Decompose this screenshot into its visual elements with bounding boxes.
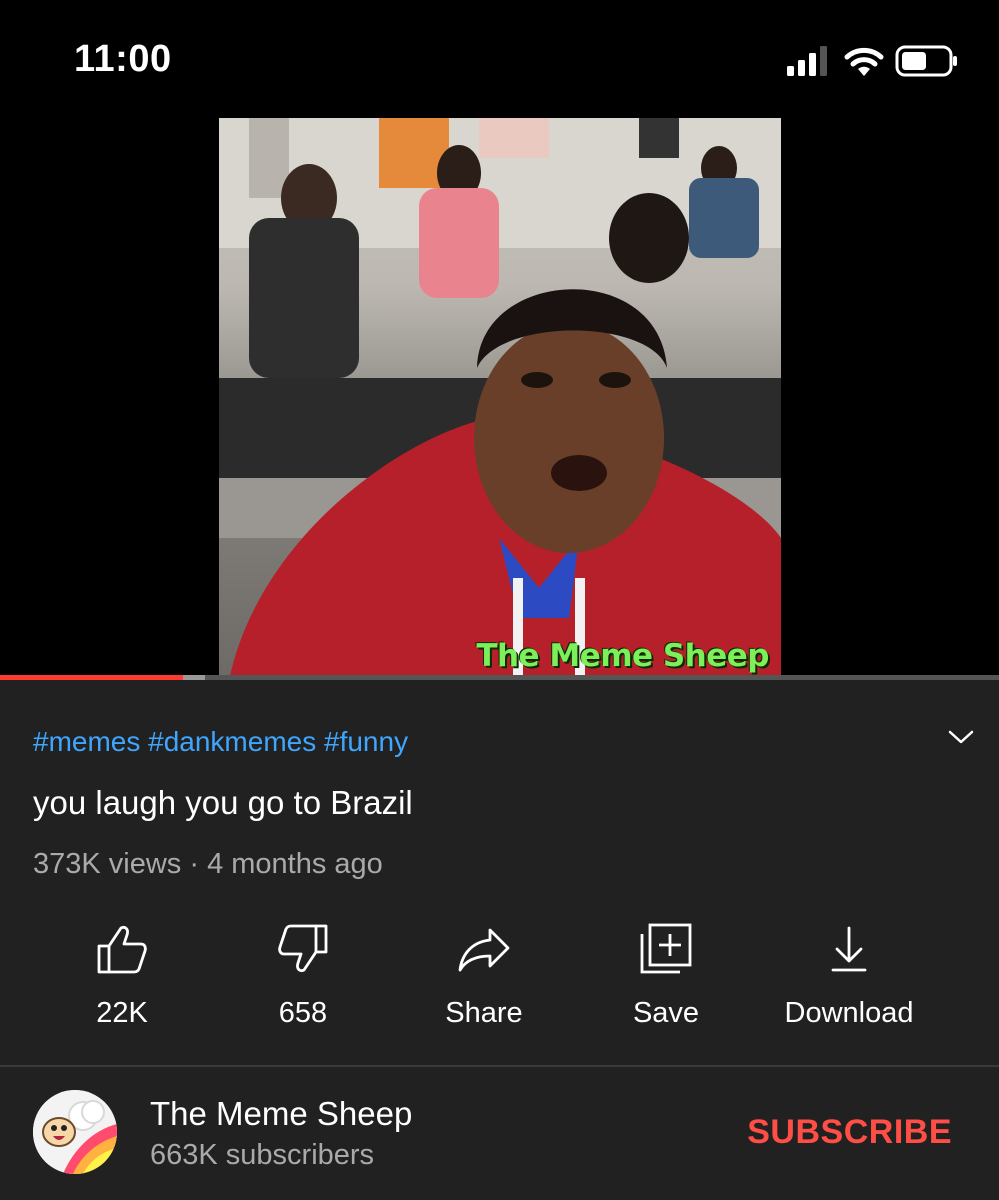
- channel-row[interactable]: The Meme Sheep 663K subscribers SUBSCRIB…: [0, 1067, 999, 1200]
- save-label: Save: [632, 997, 700, 1029]
- subscriber-count: 663K subscribers: [150, 1139, 375, 1171]
- cellular-signal-icon: [787, 46, 827, 76]
- video-frame[interactable]: The Meme Sheep: [219, 118, 781, 680]
- thumbs-up-icon: [97, 925, 147, 973]
- thumbs-down-icon: [278, 924, 328, 972]
- status-bar: 11:00: [0, 0, 999, 118]
- channel-name[interactable]: The Meme Sheep: [150, 1095, 412, 1133]
- status-time: 11:00: [74, 38, 172, 80]
- hashtag-links[interactable]: #memes #dankmemes #funny: [33, 726, 408, 758]
- download-button[interactable]: Download: [759, 920, 939, 1030]
- dislike-count: 658: [278, 997, 328, 1029]
- wifi-icon: [844, 47, 884, 76]
- avatar[interactable]: [33, 1090, 117, 1174]
- video-player[interactable]: The Meme Sheep: [0, 118, 999, 680]
- download-icon: [831, 926, 867, 971]
- battery-icon: [895, 45, 957, 77]
- video-info: #memes #dankmemes #funny you laugh you g…: [0, 680, 999, 1065]
- like-button[interactable]: 22K: [32, 920, 212, 1030]
- video-title: you laugh you go to Brazil: [33, 784, 413, 821]
- dislike-button[interactable]: 658: [213, 920, 393, 1030]
- video-meta: 373K views · 4 months ago: [33, 848, 383, 880]
- chevron-down-icon[interactable]: [947, 726, 975, 748]
- channel-avatar-image: [33, 1090, 117, 1174]
- save-button[interactable]: Save: [576, 920, 756, 1030]
- save-playlist-icon: [640, 923, 692, 973]
- video-thumbnail-image: [219, 118, 781, 680]
- action-bar: 22K 658 Share Save Download: [32, 920, 942, 1030]
- like-count: 22K: [96, 997, 148, 1029]
- download-label: Download: [784, 997, 914, 1029]
- subscribe-button[interactable]: SUBSCRIBE: [747, 1113, 952, 1152]
- share-icon: [458, 928, 510, 971]
- video-watermark: The Meme Sheep: [476, 638, 769, 674]
- share-button[interactable]: Share: [394, 920, 574, 1030]
- share-label: Share: [445, 997, 523, 1029]
